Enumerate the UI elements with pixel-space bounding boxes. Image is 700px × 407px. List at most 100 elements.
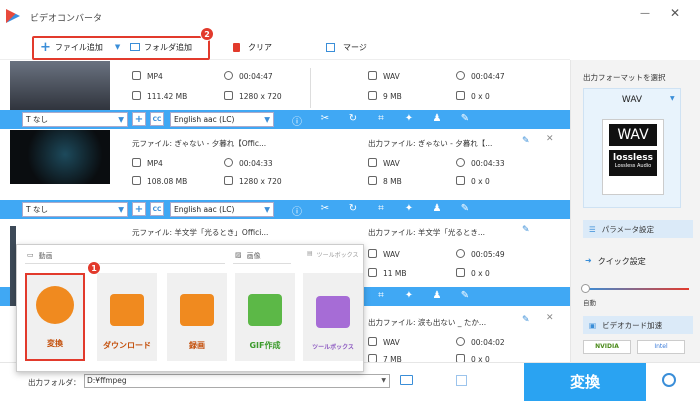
add-file-button[interactable]: + ファイル追加 ▼ — [40, 34, 120, 60]
effect-icon[interactable]: ✦ — [402, 203, 416, 214]
video-thumbnail-1 — [10, 61, 110, 115]
watermark-icon[interactable]: ♟ — [430, 203, 444, 214]
cut-icon[interactable]: ✂ — [318, 203, 332, 214]
alarm-clock-icon[interactable] — [662, 373, 676, 387]
resolution-icon — [456, 176, 465, 185]
quality-slider-track[interactable] — [585, 288, 689, 290]
gpu-accel-button[interactable]: ▣ ビデオカード加速 — [583, 316, 693, 334]
crop-icon[interactable]: ⌗ — [374, 290, 388, 301]
out-size: 9 MB — [383, 92, 402, 101]
src-size: 111.42 MB — [147, 92, 188, 101]
toolbox-tile[interactable]: ツールボックス — [303, 273, 363, 361]
folder-dropdown-icon[interactable]: ▼ — [381, 375, 386, 387]
info-icon[interactable]: ⓘ — [290, 203, 304, 218]
format-icon — [132, 71, 141, 80]
edit-name-icon[interactable]: ✎ — [522, 225, 530, 235]
convert-tile[interactable]: 変換 — [25, 273, 85, 361]
minimize-button[interactable]: — — [640, 8, 650, 19]
watermark-icon[interactable]: ♟ — [430, 113, 444, 124]
rotate-icon[interactable]: ↻ — [346, 113, 360, 124]
cut-icon[interactable]: ✂ — [318, 113, 332, 124]
gif-tile[interactable]: GIF作成 — [235, 273, 295, 361]
effect-icon[interactable]: ✦ — [402, 113, 416, 124]
edit-icon[interactable]: ✎ — [458, 203, 472, 214]
subtitle-select[interactable]: T なし ▼ — [22, 112, 128, 127]
sliders-icon: ☰ — [589, 224, 596, 234]
merge-output-icon[interactable] — [456, 375, 467, 386]
output-folder-label: 出力フォルダ： — [28, 378, 81, 387]
add-folder-label: フォルダ追加 — [144, 42, 192, 52]
info-icon[interactable]: ⓘ — [290, 113, 304, 128]
open-folder-icon[interactable] — [400, 375, 413, 385]
output-format-card[interactable]: WAV ▼ WAV lossless Lossless Audio — [583, 88, 681, 208]
cc-button[interactable]: CC — [150, 202, 164, 216]
screen-record-icon — [180, 294, 214, 326]
out-duration: 00:04:47 — [471, 72, 505, 81]
lossless-text: lossless — [613, 153, 653, 163]
image-section-line — [233, 263, 291, 264]
subtitle-select[interactable]: T なし ▼ — [22, 202, 128, 217]
toolbox-section-label: ツールボックス — [316, 252, 359, 259]
right-panel: 出力フォーマットを選択 WAV ▼ WAV lossless Lossless … — [570, 60, 700, 362]
app-title: ビデオコンバータ — [30, 14, 103, 24]
wav-format-icon: WAV lossless Lossless Audio — [602, 119, 664, 195]
close-button[interactable]: ✕ — [670, 6, 680, 20]
edit-name-icon[interactable]: ✎ — [522, 136, 530, 146]
format-dropdown-icon[interactable]: ▼ — [670, 95, 675, 102]
add-file-label: ファイル追加 — [54, 42, 103, 52]
file-row-1[interactable]: MP4 00:04:47 111.42 MB 1280 x 720 WAV 00… — [0, 60, 570, 116]
output-folder-path: D:¥ffmpeg — [87, 376, 127, 385]
output-folder-field[interactable]: D:¥ffmpeg ▼ — [84, 374, 390, 388]
effect-icon[interactable]: ✦ — [402, 290, 416, 301]
download-tile-label: ダウンロード — [103, 341, 151, 350]
remove-icon[interactable]: ✕ — [546, 134, 554, 144]
format-icon — [368, 158, 377, 167]
audio-select[interactable]: English aac (LC) ▼ — [170, 112, 274, 127]
watermark-icon[interactable]: ♟ — [430, 290, 444, 301]
out-size: 11 MB — [383, 269, 407, 278]
add-folder-button[interactable]: フォルダ追加 — [130, 34, 192, 60]
format-icon — [132, 158, 141, 167]
src-filename: 元ファイル: ぎゃない - 夕暮れ【Offic... — [132, 139, 267, 148]
file-row-2[interactable]: 元ファイル: ぎゃない - 夕暮れ【Offic... 出力ファイル: ぎゃない … — [0, 129, 570, 186]
add-subtitle-button[interactable]: + — [132, 112, 146, 126]
file-icon — [132, 91, 141, 100]
merge-button[interactable]: マージ — [326, 34, 367, 60]
crop-icon[interactable]: ⌗ — [374, 203, 388, 214]
format-icon — [368, 337, 377, 346]
out-duration: 00:04:02 — [471, 338, 505, 347]
toolbox-section-header: ▤ ツールボックス — [307, 250, 359, 259]
record-tile[interactable]: 録画 — [167, 273, 227, 361]
download-tile[interactable]: ダウンロード — [97, 273, 157, 361]
gif-tile-label: GIF作成 — [249, 341, 281, 350]
quick-settings-label: クイック設定 — [597, 257, 646, 266]
quality-slider-handle[interactable] — [581, 284, 590, 293]
track-bar-1: T なし ▼ + CC English aac (LC) ▼ ⓘ ✂ ↻ ⌗ ✦ ♟… — [0, 110, 570, 129]
src-format: MP4 — [147, 159, 163, 168]
video-thumbnail-2 — [10, 130, 110, 184]
parameter-settings-button[interactable]: ☰ パラメータ設定 — [583, 220, 693, 238]
edit-icon[interactable]: ✎ — [458, 290, 472, 301]
audio-select[interactable]: English aac (LC) ▼ — [170, 202, 274, 217]
convert-button[interactable]: 変換 — [524, 363, 646, 401]
chevron-down-icon[interactable]: ▼ — [115, 43, 120, 51]
app-logo-icon — [6, 9, 20, 23]
out-res: 0 x 0 — [471, 269, 490, 278]
add-subtitle-button[interactable]: + — [132, 202, 146, 216]
video-icon: ▭ — [27, 251, 34, 259]
audio-value: English aac (LC) — [174, 205, 235, 214]
resolution-icon — [456, 91, 465, 100]
clear-button[interactable]: クリア — [233, 34, 272, 60]
crop-icon[interactable]: ⌗ — [374, 113, 388, 124]
src-res: 1280 x 720 — [239, 92, 282, 101]
rotate-icon[interactable]: ↻ — [346, 203, 360, 214]
record-tile-label: 録画 — [189, 341, 205, 350]
edit-icon[interactable]: ✎ — [458, 113, 472, 124]
clear-label: クリア — [248, 42, 272, 52]
arrow-divider — [310, 68, 311, 108]
cc-button[interactable]: CC — [150, 112, 164, 126]
src-duration: 00:04:47 — [239, 72, 273, 81]
remove-icon[interactable]: ✕ — [546, 313, 554, 323]
edit-name-icon[interactable]: ✎ — [522, 315, 530, 325]
out-duration: 00:05:49 — [471, 250, 505, 259]
